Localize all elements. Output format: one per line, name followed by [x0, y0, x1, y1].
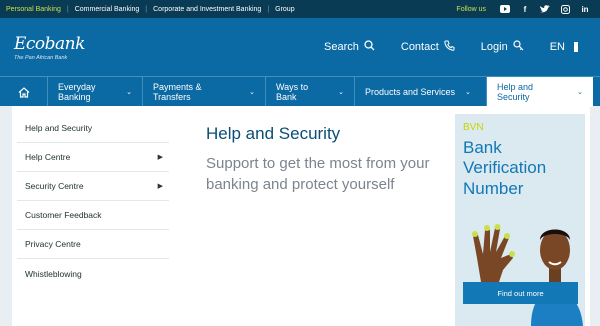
sidebar-item-label: Help and Security [25, 123, 93, 133]
content-panel: Help and Security Help Centre ▶ Security… [12, 106, 590, 326]
chevron-down-icon: ⌄ [126, 89, 132, 96]
search-label: Search [324, 41, 359, 53]
bvn-promo-banner[interactable]: BVN Bank Verification Number Find out mo… [455, 114, 585, 326]
chevron-down-icon: ⌄ [249, 89, 255, 96]
promo-title-line: Bank [463, 138, 502, 157]
contact-label: Contact [400, 41, 439, 53]
sidebar-item-security-centre[interactable]: Security Centre ▶ [17, 172, 169, 201]
promo-kicker: BVN [463, 122, 484, 133]
ecobank-logo[interactable]: Ecobank The Pan African Bank [14, 34, 85, 61]
hand-illustration [472, 224, 515, 282]
segment-links: Personal Banking | Commercial Banking | … [0, 6, 301, 13]
sidebar-item-label: Whistleblowing [25, 268, 82, 279]
page-title: Help and Security [206, 124, 341, 143]
social-links: Follow us f in [456, 0, 590, 18]
instagram-icon[interactable] [560, 4, 570, 14]
language-indicator-icon [574, 42, 578, 52]
link-corporate-investment-banking[interactable]: Corporate and Investment Banking [147, 6, 267, 13]
header-nav: Search Contact Login EN [324, 40, 578, 54]
sidebar-item-label: Customer Feedback [25, 210, 102, 220]
nav-label: Help and Security [497, 82, 534, 102]
youtube-icon[interactable] [500, 4, 510, 14]
main-navigation: Everyday Banking ⌄ Payments & Transfers … [0, 76, 600, 107]
nav-payments-transfers[interactable]: Payments & Transfers ⌄ [143, 77, 266, 107]
login-label: Login [480, 41, 508, 53]
sidebar-item-help-centre[interactable]: Help Centre ▶ [17, 143, 169, 172]
chevron-down-icon: ⌄ [577, 89, 583, 96]
search-icon [364, 40, 375, 54]
hero-section: Help and Security Support to get the mos… [206, 124, 446, 195]
chevron-right-icon: ▶ [157, 183, 163, 190]
help-sidebar: Help and Security Help Centre ▶ Security… [17, 114, 169, 288]
link-commercial-banking[interactable]: Commercial Banking [69, 6, 146, 13]
nav-help-security[interactable]: Help and Security ⌄ [487, 77, 593, 107]
language-label: EN [549, 41, 565, 53]
logo-tagline: The Pan African Bank [14, 55, 68, 61]
nav-everyday-banking[interactable]: Everyday Banking ⌄ [48, 77, 143, 107]
follow-us-label: Follow us [456, 5, 486, 13]
sidebar-item-label: Privacy Centre [25, 239, 81, 249]
sidebar-item-customer-feedback[interactable]: Customer Feedback [17, 201, 169, 230]
nav-products-services[interactable]: Products and Services ⌄ [355, 77, 487, 107]
nav-label: Payments & Transfers [153, 82, 202, 102]
promo-title: Bank Verification Number [463, 138, 546, 199]
link-personal-banking[interactable]: Personal Banking [0, 6, 67, 13]
chevron-down-icon: ⌄ [465, 89, 471, 96]
nav-label: Everyday Banking [58, 82, 96, 102]
page-subtitle: Support to get the most from your bankin… [206, 155, 430, 193]
contact-button[interactable]: Contact [401, 40, 455, 54]
nav-label: Ways to Bank [276, 82, 309, 102]
site-header: Ecobank The Pan African Bank Search Cont… [0, 18, 600, 76]
nav-label: Products and Services [365, 87, 456, 97]
promo-title-line: Verification [463, 158, 547, 178]
home-icon[interactable] [0, 77, 48, 107]
sidebar-item-help-security[interactable]: Help and Security [17, 114, 169, 143]
facebook-icon[interactable]: f [520, 4, 530, 14]
key-icon [513, 40, 524, 54]
login-button[interactable]: Login [481, 40, 524, 54]
logo-name: Ecobank [14, 34, 85, 54]
chevron-right-icon: ▶ [157, 154, 163, 161]
link-group[interactable]: Group [269, 6, 300, 13]
top-utility-bar: Personal Banking | Commercial Banking | … [0, 0, 600, 18]
chevron-down-icon: ⌄ [338, 89, 344, 96]
sidebar-item-label: Security Centre [25, 181, 84, 191]
sidebar-item-privacy-centre[interactable]: Privacy Centre [17, 230, 169, 259]
sidebar-item-whistleblowing[interactable]: Whistleblowing [17, 259, 169, 288]
language-selector[interactable]: EN [550, 41, 578, 53]
search-button[interactable]: Search [324, 40, 375, 54]
linkedin-icon[interactable]: in [580, 4, 590, 14]
person-illustration [525, 192, 583, 326]
phone-icon [444, 40, 455, 54]
sidebar-item-label: Help Centre [25, 152, 71, 162]
nav-ways-to-bank[interactable]: Ways to Bank ⌄ [266, 77, 355, 107]
find-out-more-button[interactable]: Find out more [463, 282, 578, 304]
twitter-icon[interactable] [540, 4, 550, 14]
